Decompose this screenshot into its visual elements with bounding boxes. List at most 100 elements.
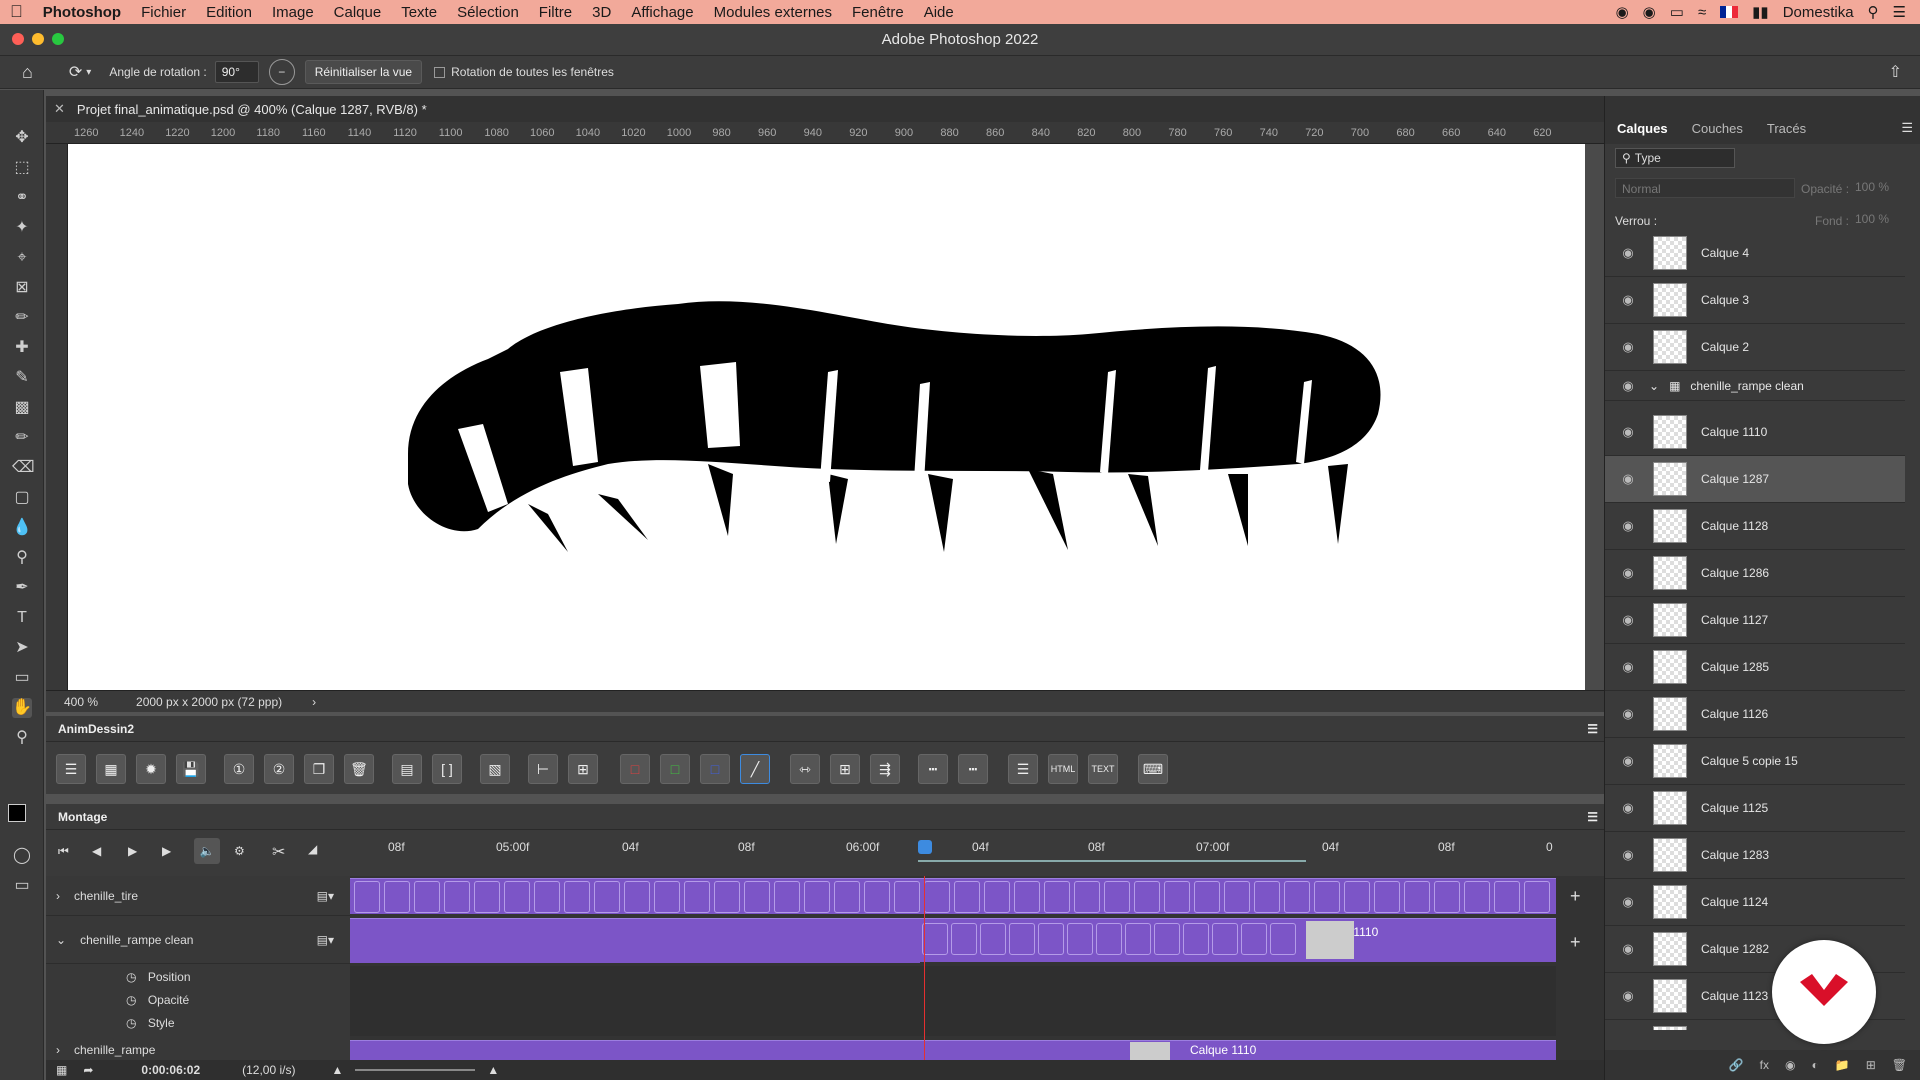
timeline-ruler[interactable]: 08f 05:00f 04f 08f 06:00f 04f 08f 07:00f… xyxy=(350,830,1604,876)
layer-row[interactable]: ◉ Calque 1287 xyxy=(1605,456,1905,503)
visibility-eye-icon[interactable]: ◉ xyxy=(1617,565,1639,581)
duplicate-frame-icon[interactable]: ❐ xyxy=(304,754,334,784)
quick-mask-icon[interactable]: ◯ xyxy=(12,846,32,866)
marquee-tool-icon[interactable]: ⬚ xyxy=(12,158,32,178)
layer-row[interactable]: ◉ Calque 1283 xyxy=(1605,832,1905,879)
add-track-icon[interactable]: + xyxy=(1570,932,1581,953)
timeline-frame[interactable] xyxy=(1096,923,1122,955)
menu-modules[interactable]: Modules externes xyxy=(704,4,842,21)
zoom-in-icon[interactable]: ▲ xyxy=(487,1063,499,1077)
search-icon[interactable]: ⚲ xyxy=(1868,3,1879,21)
layer-thumbnail[interactable] xyxy=(1653,885,1687,919)
canvas[interactable] xyxy=(68,144,1585,690)
fx-icon[interactable]: fx xyxy=(1760,1058,1769,1072)
timeline-frame[interactable] xyxy=(924,881,950,913)
adjustment-icon[interactable]: ◐ xyxy=(1812,1058,1819,1072)
extend-icon[interactable]: ⊞ xyxy=(568,754,598,784)
layer-row[interactable]: ◉ Calque 1285 xyxy=(1605,644,1905,691)
opacity-input[interactable]: 100 % xyxy=(1855,180,1889,194)
visibility-eye-icon[interactable]: ◉ xyxy=(1617,378,1639,394)
record-icon[interactable]: ◉ xyxy=(1643,3,1656,21)
frame-2-icon[interactable]: ② xyxy=(264,754,294,784)
minimize-window-icon[interactable] xyxy=(32,33,44,45)
move-frames-icon[interactable]: ⇿ xyxy=(790,754,820,784)
settings-gear-icon[interactable]: ⚙ xyxy=(234,844,245,858)
timeline-frame[interactable] xyxy=(1270,923,1296,955)
layer-row[interactable]: ◉ Calque 1128 xyxy=(1605,503,1905,550)
layer-thumbnail[interactable] xyxy=(1653,556,1687,590)
close-window-icon[interactable] xyxy=(12,33,24,45)
canvas-area[interactable] xyxy=(68,144,1604,690)
timeline-frame[interactable] xyxy=(951,923,977,955)
timeline-frame[interactable] xyxy=(1104,881,1130,913)
blue-channel-icon[interactable]: □ xyxy=(700,754,730,784)
audio-icon[interactable]: 🔈 xyxy=(194,838,220,864)
menu-affichage[interactable]: Affichage xyxy=(621,4,703,21)
reset-view-button[interactable]: Réinitialiser la vue xyxy=(304,60,423,84)
visibility-eye-icon[interactable]: ◉ xyxy=(1617,753,1639,769)
layer-thumbnail[interactable] xyxy=(1653,330,1687,364)
layer-group-row[interactable]: ◉ ⌄ ▦ chenille_rampe clean xyxy=(1605,371,1905,401)
timeline-frame[interactable] xyxy=(714,881,740,913)
zoom-out-icon[interactable]: ▲ xyxy=(331,1063,343,1077)
rotation-angle-input[interactable]: 90° xyxy=(214,61,259,83)
layer-row[interactable]: ◉ Calque 1127 xyxy=(1605,597,1905,644)
menu-texte[interactable]: Texte xyxy=(391,4,447,21)
layer-thumbnail[interactable] xyxy=(1653,462,1687,496)
save-icon[interactable]: 💾 xyxy=(176,754,206,784)
timeline-tracks[interactable]: Calque 1110 Calque 1110 + + xyxy=(350,876,1604,1060)
timeline-frame[interactable] xyxy=(564,881,590,913)
status-chevron-icon[interactable]: › xyxy=(312,695,316,709)
lasso-tool-icon[interactable]: ⚭ xyxy=(12,188,32,208)
frame-mode-icon[interactable]: ▦ xyxy=(56,1063,67,1077)
blend-mode-select[interactable]: Normal xyxy=(1615,178,1795,198)
stopwatch-icon[interactable]: ◷ xyxy=(126,993,136,1007)
timeline-layer-row[interactable]: ⌄ chenille_rampe clean ▤▾ xyxy=(46,916,350,964)
panel-menu-icon[interactable]: ☰ xyxy=(1587,722,1598,736)
select-frames-icon[interactable]: ▤ xyxy=(392,754,422,784)
end-marker-icon[interactable]: ┅ xyxy=(958,754,988,784)
onion-skin-icon[interactable]: ☰ xyxy=(56,754,86,784)
timeline-frame[interactable] xyxy=(1434,881,1460,913)
move-tool-icon[interactable]: ✥ xyxy=(12,128,32,148)
stamp-tool-icon[interactable]: ▩ xyxy=(12,398,32,418)
group-chevron-icon[interactable]: ⌄ xyxy=(1649,379,1659,393)
timeline-frame[interactable] xyxy=(654,881,680,913)
layer-thumbnail[interactable] xyxy=(1653,650,1687,684)
layer-thumbnail[interactable] xyxy=(1653,415,1687,449)
timeline-frame[interactable] xyxy=(744,881,770,913)
close-document-icon[interactable]: ✕ xyxy=(54,101,65,117)
new-layer-icon[interactable]: ⊞ xyxy=(1866,1058,1876,1072)
control-center-icon[interactable]: ☰ xyxy=(1893,3,1906,21)
timeline-frame[interactable] xyxy=(534,881,560,913)
frame-1-icon[interactable]: ① xyxy=(224,754,254,784)
flag-icon[interactable] xyxy=(1720,6,1739,18)
layer-thumbnail[interactable] xyxy=(1653,979,1687,1013)
gradient-tool-icon[interactable]: ▢ xyxy=(12,488,32,508)
export-html-icon[interactable]: HTML xyxy=(1048,754,1078,784)
property-row[interactable]: ◷ Position xyxy=(126,970,191,984)
track-chenille-tire[interactable] xyxy=(350,878,1556,914)
timeline-frame[interactable] xyxy=(1125,923,1151,955)
rotate-view-tool-icon[interactable]: ✋ xyxy=(12,698,32,718)
mask-icon[interactable]: ◉ xyxy=(1785,1058,1795,1072)
transition-icon[interactable]: ◢ xyxy=(308,842,317,856)
add-track-icon[interactable]: + xyxy=(1570,886,1581,907)
timeline-frame[interactable] xyxy=(1212,923,1238,955)
timeline-frame[interactable] xyxy=(1524,881,1550,913)
layer-row[interactable]: ◉ Calque 1126 xyxy=(1605,691,1905,738)
timeline-frame[interactable] xyxy=(1494,881,1520,913)
dodge-tool-icon[interactable]: ⚲ xyxy=(12,548,32,568)
timeline-frame[interactable] xyxy=(894,881,920,913)
timeline-frame[interactable] xyxy=(1194,881,1220,913)
visibility-eye-icon[interactable]: ◉ xyxy=(1617,612,1639,628)
tool-preset-chevron-icon[interactable]: ▾ xyxy=(86,67,91,78)
visibility-eye-icon[interactable]: ◉ xyxy=(1617,706,1639,722)
timeline-frame[interactable] xyxy=(354,881,380,913)
timeline-frame[interactable] xyxy=(1241,923,1267,955)
layer-thumbnail[interactable] xyxy=(1653,236,1687,270)
timeline-frame[interactable] xyxy=(1404,881,1430,913)
first-frame-icon[interactable]: ⏮ xyxy=(58,844,69,859)
menu-calque[interactable]: Calque xyxy=(324,4,392,21)
layer-row[interactable]: ◉ Calque 5 copie 15 xyxy=(1605,738,1905,785)
